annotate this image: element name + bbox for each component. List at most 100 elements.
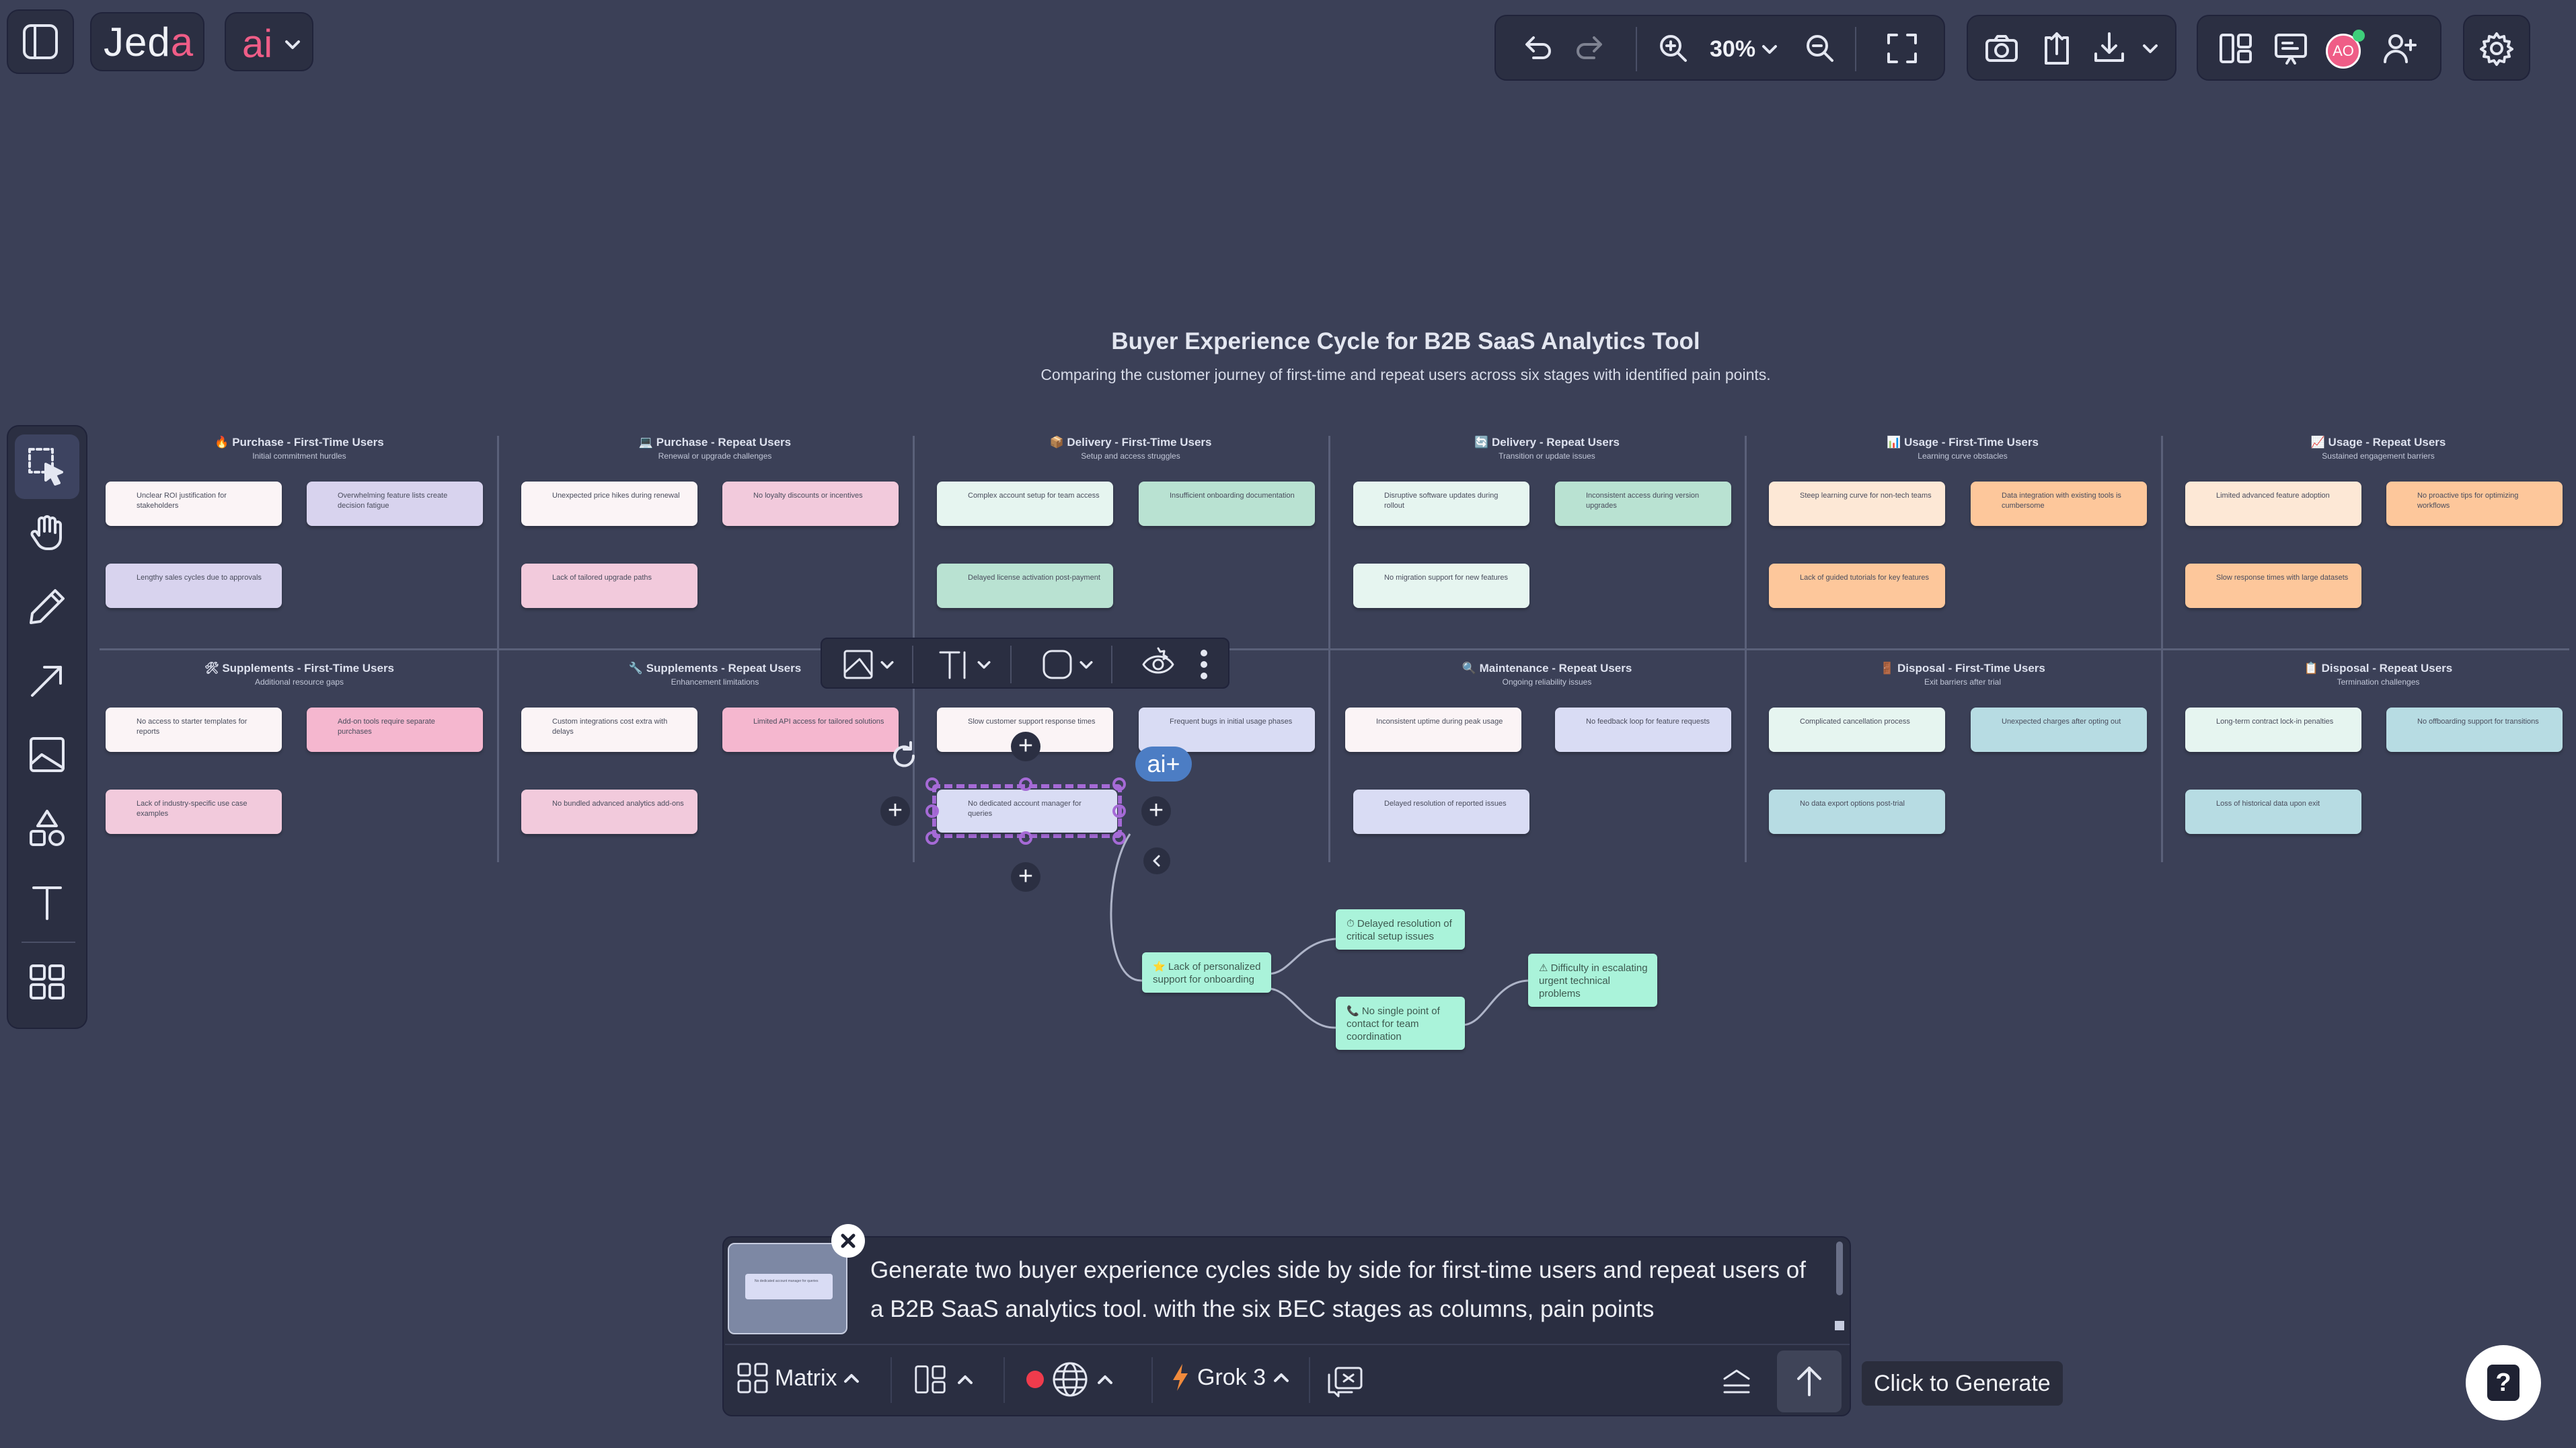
sticky-note[interactable]: Unexpected price hikes during renewal [521,482,697,526]
chevron-down-icon[interactable] [878,656,896,674]
sticky-note[interactable]: No data export options post-trial [1769,790,1945,834]
column-header[interactable]: 🔍 Maintenance - Repeat Users Ongoing reli… [1345,662,1749,687]
resize-handle[interactable] [925,831,939,845]
upload-icon[interactable] [2038,30,2076,67]
board-subtitle[interactable]: Comparing the customer journey of first-… [841,366,1971,384]
sticky-note[interactable]: Inconsistent uptime during peak usage [1345,708,1521,752]
fullscreen-icon[interactable] [1883,30,1921,67]
add-node-bottom-button[interactable]: + [1011,862,1040,892]
zoom-in-icon[interactable] [1655,30,1692,67]
attachment-thumbnail[interactable]: No dedicated account manager for queries [728,1243,847,1334]
sticky-note[interactable]: No feedback loop for feature requests [1555,708,1731,752]
redo-icon[interactable] [1571,30,1609,67]
resize-handle[interactable] [925,804,939,818]
undo-icon[interactable] [1519,30,1556,67]
zoom-out-icon[interactable] [1801,30,1839,67]
sticky-note[interactable]: Lack of tailored upgrade paths [521,564,697,608]
chevron-down-icon[interactable] [2140,39,2160,59]
download-icon[interactable] [2090,30,2128,67]
text-format-icon[interactable] [936,646,974,683]
zoom-level-dropdown[interactable]: 30% [1710,36,1780,63]
sticky-note[interactable]: No access to starter templates for repor… [106,708,282,752]
column-header[interactable]: 💻 Purchase - Repeat Users Renewal or upgr… [513,436,917,461]
rotate-handle-icon[interactable] [885,737,923,775]
add-node-top-button[interactable]: + [1011,732,1040,761]
sticky-note[interactable]: Complicated cancellation process [1769,708,1945,752]
remove-attachment-button[interactable] [831,1224,865,1258]
matrix-template-button[interactable]: Matrix [736,1361,862,1395]
collapse-panel-icon[interactable] [1718,1363,1755,1400]
prompt-input[interactable]: Generate two buyer experience cycles sid… [870,1251,1812,1329]
sticky-note[interactable]: No proactive tips for optimizing workflo… [2386,482,2563,526]
mindmap-node[interactable]: ⚠ Difficulty in escalating urgent techni… [1528,954,1657,1007]
ai-vision-icon[interactable] [1139,646,1177,683]
sticky-note[interactable]: Limited API access for tailored solution… [722,708,899,752]
sticky-note[interactable]: Disruptive software updates during rollo… [1353,482,1529,526]
column-header[interactable]: 🔄 Delivery - Repeat Users Transition or u… [1345,436,1749,461]
collapse-button[interactable] [1143,847,1170,874]
presentation-icon[interactable] [2272,30,2310,67]
resize-handle[interactable] [1112,804,1126,818]
select-tool[interactable] [15,434,79,499]
sticky-note[interactable]: Inconsistent access during version upgra… [1555,482,1731,526]
ai-plus-button[interactable]: ai+ [1135,747,1192,782]
resize-handle[interactable] [1019,831,1032,845]
layout-icon[interactable] [2217,30,2255,67]
sticky-note[interactable]: Lengthy sales cycles due to approvals [106,564,282,608]
add-user-icon[interactable] [2381,30,2419,67]
chevron-down-icon[interactable] [975,656,993,674]
mindmap-node[interactable]: 📞 No single point of contact for team co… [1336,997,1465,1050]
templates-tool-icon[interactable] [26,960,69,1003]
help-button[interactable]: ? [2466,1345,2541,1420]
sticky-note[interactable]: Lack of industry-specific use case examp… [106,790,282,834]
sticky-note[interactable]: Long-term contract lock-in penalties [2185,708,2361,752]
logo[interactable]: Jeda [90,12,204,71]
column-header[interactable]: 🛠 Supplements - First-Time Users Addition… [98,662,501,687]
shapes-tool-icon[interactable] [26,807,69,850]
sticky-note[interactable]: Loss of historical data upon exit [2185,790,2361,834]
arrow-tool-icon[interactable] [26,659,69,702]
column-header[interactable]: 🔥 Purchase - First-Time Users Initial com… [98,436,501,461]
image-tool-icon[interactable] [26,733,69,776]
resize-grip-icon[interactable] [1835,1321,1844,1330]
chevron-down-icon[interactable] [1077,656,1095,674]
sticky-note[interactable]: Delayed license activation post-payment [937,564,1113,608]
sticky-note[interactable]: Lack of guided tutorials for key feature… [1769,564,1945,608]
text-tool-icon[interactable] [26,881,69,924]
sticky-note[interactable]: No loyalty discounts or incentives [722,482,899,526]
sticky-note[interactable]: Unexpected charges after opting out [1971,708,2147,752]
sticky-note[interactable]: Frequent bugs in initial usage phases [1139,708,1315,752]
resize-handle[interactable] [1019,777,1032,791]
more-options-icon[interactable] [1200,648,1208,683]
board-title[interactable]: Buyer Experience Cycle for B2B SaaS Anal… [1069,328,1742,355]
sticky-note[interactable]: Delayed resolution of reported issues [1353,790,1529,834]
mindmap-node[interactable]: ⏱ Delayed resolution of critical setup i… [1336,909,1465,950]
hand-tool-icon[interactable] [26,511,69,554]
resize-handle[interactable] [925,777,939,791]
sticky-note[interactable]: No offboarding support for transitions [2386,708,2563,752]
column-header[interactable]: 🚪 Disposal - First-Time Users Exit barrie… [1761,662,2164,687]
prompt-scrollbar[interactable] [1836,1242,1843,1295]
sticky-note[interactable]: Overwhelming feature lists create decisi… [307,482,483,526]
generate-button[interactable] [1777,1350,1842,1412]
web-search-toggle[interactable] [1026,1360,1115,1399]
shape-style-icon[interactable] [1038,646,1076,683]
sticky-note[interactable]: Limited advanced feature adoption [2185,482,2361,526]
sticky-note[interactable]: Slow response times with large datasets [2185,564,2361,608]
sticky-note[interactable]: Add-on tools require separate purchases [307,708,483,752]
sticky-note[interactable]: No migration support for new features [1353,564,1529,608]
column-header[interactable]: 📋 Disposal - Repeat Users Termination cha… [2176,662,2576,687]
sticky-note[interactable]: Steep learning curve for non-tech teams [1769,482,1945,526]
fill-color-icon[interactable] [839,646,877,683]
mindmap-node[interactable]: ⭐ Lack of personalized support for onboa… [1142,952,1271,993]
column-header[interactable]: 📈 Usage - Repeat Users Sustained engageme… [2176,436,2576,461]
selected-sticky-note[interactable]: No dedicated account manager for queries [937,790,1117,833]
pencil-tool-icon[interactable] [26,585,69,628]
settings-button[interactable] [2463,15,2530,81]
sticky-note[interactable]: Custom integrations cost extra with dela… [521,708,697,752]
sticky-note[interactable]: Data integration with existing tools is … [1971,482,2147,526]
column-header[interactable]: 📦 Delivery - First-Time Users Setup and a… [929,436,1332,461]
add-node-left-button[interactable]: + [880,796,910,826]
column-header[interactable]: 📊 Usage - First-Time Users Learning curve… [1761,436,2164,461]
add-node-right-button[interactable]: + [1141,796,1171,826]
